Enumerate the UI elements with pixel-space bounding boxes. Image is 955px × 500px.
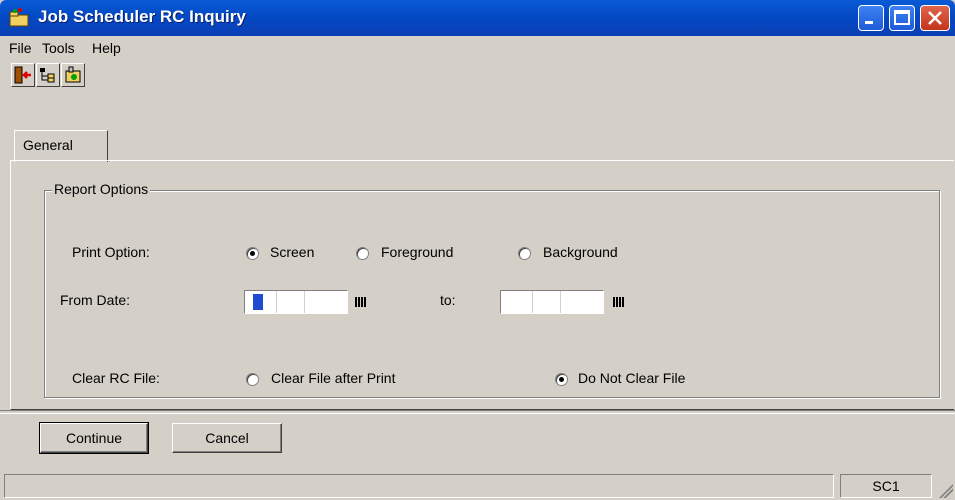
continue-button[interactable]: Continue	[39, 422, 149, 454]
menu-help[interactable]: Help	[92, 40, 121, 56]
menu-tools[interactable]: Tools	[42, 40, 75, 56]
tab-general-label: General	[23, 137, 73, 153]
report-options-group	[44, 190, 940, 398]
app-icon	[9, 8, 29, 27]
print-option-screen-label[interactable]: Screen	[270, 244, 314, 260]
from-date-calendar-button[interactable]	[348, 290, 374, 314]
schedule-button[interactable]	[61, 63, 85, 87]
to-date-calendar-button[interactable]	[606, 290, 632, 314]
exit-button[interactable]	[11, 63, 35, 87]
calendar-icon	[355, 297, 367, 307]
menu-file[interactable]: File	[9, 40, 32, 56]
tree-icon	[40, 68, 55, 83]
tree-view-button[interactable]	[36, 63, 60, 87]
do-not-clear-file-label[interactable]: Do Not Clear File	[578, 370, 685, 386]
minimize-icon	[865, 21, 873, 24]
do-not-clear-file-radio[interactable]	[555, 373, 568, 386]
schedule-icon	[65, 66, 81, 83]
clear-rc-file-label: Clear RC File:	[72, 370, 160, 386]
calendar-icon	[613, 297, 625, 307]
close-icon	[928, 11, 942, 25]
status-panel-code: SC1	[840, 474, 932, 498]
exit-icon	[14, 66, 31, 84]
print-option-foreground-label[interactable]: Foreground	[381, 244, 453, 260]
print-option-label: Print Option:	[72, 244, 150, 260]
print-option-background-radio[interactable]	[518, 247, 531, 260]
report-options-label: Report Options	[52, 181, 151, 197]
minimize-button[interactable]	[858, 5, 884, 31]
clear-file-after-print-radio[interactable]	[246, 373, 259, 386]
print-option-background-label[interactable]: Background	[543, 244, 618, 260]
clear-file-after-print-label[interactable]: Clear File after Print	[271, 370, 395, 386]
close-button[interactable]	[920, 5, 950, 31]
title-bar[interactable]: Job Scheduler RC Inquiry	[0, 0, 955, 36]
status-panel-main	[4, 474, 834, 498]
window-title: Job Scheduler RC Inquiry	[38, 7, 246, 26]
print-option-screen-radio[interactable]	[246, 247, 259, 260]
resize-grip-icon[interactable]	[939, 484, 953, 498]
tab-general[interactable]: General	[14, 130, 108, 162]
from-date-label: From Date:	[60, 292, 131, 308]
toolbar	[0, 60, 955, 90]
divider	[0, 410, 955, 414]
from-date-field[interactable]	[244, 290, 348, 314]
print-option-foreground-radio[interactable]	[356, 247, 369, 260]
cancel-button[interactable]: Cancel	[172, 423, 282, 453]
maximize-icon	[894, 10, 910, 25]
to-date-label: to:	[440, 292, 456, 308]
app-window: Job Scheduler RC Inquiry File Tools Help	[0, 0, 955, 500]
to-date-field[interactable]	[500, 290, 604, 314]
menu-bar: File Tools Help	[0, 36, 955, 61]
maximize-button[interactable]	[889, 5, 915, 31]
status-bar: SC1	[0, 470, 955, 500]
